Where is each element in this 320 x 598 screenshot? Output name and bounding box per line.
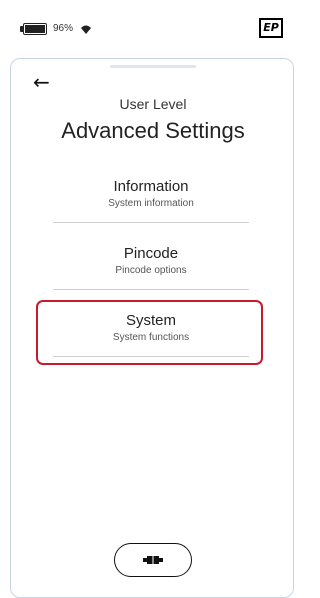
status-bar: 96% EP: [0, 0, 297, 58]
menu-item-description: System information: [108, 198, 194, 209]
connector-icon: [143, 556, 163, 564]
wifi-icon: [81, 25, 91, 34]
menu-item-system[interactable]: System System functions: [53, 312, 249, 357]
settings-sheet: ← User Level Advanced Settings Informati…: [10, 58, 294, 598]
menu-item-information[interactable]: Information System information: [53, 178, 249, 223]
sheet-drag-handle[interactable]: [110, 65, 196, 68]
connect-button[interactable]: [114, 543, 192, 577]
page-title: Advanced Settings: [61, 118, 245, 143]
brand-logo: EP: [259, 18, 283, 38]
menu-item-description: Pincode options: [115, 265, 187, 276]
battery-level-fill: [25, 25, 45, 33]
menu-item-label: Information: [113, 178, 189, 195]
battery-percent: 96%: [53, 23, 74, 34]
menu-item-label: Pincode: [123, 245, 179, 262]
menu-item-description: System functions: [112, 332, 190, 343]
back-arrow-icon: ←: [33, 70, 50, 94]
menu-item-pincode[interactable]: Pincode Pincode options: [53, 245, 249, 290]
battery-icon: [20, 23, 47, 35]
menu-item-label: System: [125, 312, 176, 329]
user-level-label: User Level: [119, 96, 187, 112]
back-button[interactable]: ←: [33, 71, 57, 93]
